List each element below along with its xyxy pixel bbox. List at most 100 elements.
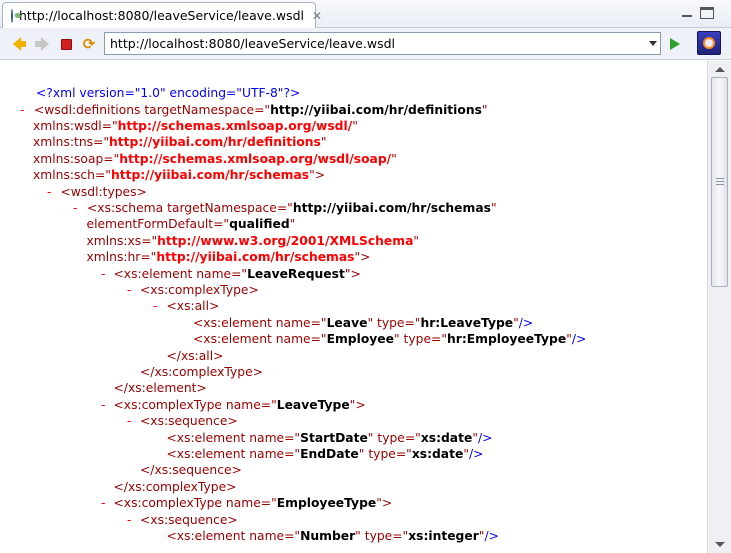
xml-token: " <box>367 315 378 330</box>
maximize-button[interactable] <box>700 7 714 19</box>
xml-token: =" <box>213 217 230 232</box>
xml-token: =" <box>395 446 412 461</box>
xml-token: /> <box>477 430 493 445</box>
xml-token: <xs:complexType <box>113 496 226 511</box>
scroll-up-icon[interactable] <box>715 67 725 72</box>
scroll-down-icon[interactable] <box>715 542 725 547</box>
back-button[interactable] <box>8 35 26 53</box>
tab-bar: http://localhost:8080/leaveService/leave… <box>0 0 731 28</box>
xml-token: /> <box>571 332 587 347</box>
url-input[interactable]: http://localhost:8080/leaveService/leave… <box>104 32 661 55</box>
xml-token: hr:LeaveType <box>420 315 514 330</box>
browser-tab[interactable]: http://localhost:8080/leaveService/leave… <box>2 2 322 28</box>
xml-token: <xs:element <box>193 332 276 347</box>
xml-token: =" <box>276 200 293 215</box>
xml-line: </xs:complexType> <box>140 364 263 381</box>
scroll-thumb[interactable] <box>711 77 728 287</box>
xml-token: Leave <box>326 315 368 330</box>
xml-line: <xs:complexType name="LeaveType"> <box>114 397 366 414</box>
xml-token: name <box>196 266 232 281</box>
refresh-button[interactable]: ⟳ <box>80 35 98 53</box>
collapse-toggle[interactable]: - <box>20 102 24 119</box>
xml-token: =" <box>141 233 158 248</box>
xml-token: EndDate <box>300 446 359 461</box>
collapse-toggle[interactable]: - <box>101 266 105 283</box>
xml-token: type <box>403 332 432 347</box>
xml-token: <wsdl:types> <box>60 184 147 199</box>
xml-line: <xs:complexType name="EmployeeType"> <box>114 495 393 512</box>
xml-line: <xs:element name="Number" type="xs:integ… <box>167 528 499 545</box>
xml-token: =" <box>310 332 327 347</box>
xml-token: /> <box>518 315 534 330</box>
xml-token: xmlns:tns <box>33 135 94 150</box>
xml-token: =" <box>94 168 111 183</box>
xml-token: Number <box>300 528 356 543</box>
xml-token: </xs:sequence> <box>140 463 242 478</box>
xml-token: hr:EmployeeType <box>447 332 567 347</box>
grip-line <box>716 184 724 185</box>
xml-token: </xs:element> <box>113 381 207 396</box>
xml-line: <xs:schema targetNamespace="http://yiiba… <box>87 200 497 217</box>
xml-line: <xs:sequence> <box>140 512 238 529</box>
xml-token: "> <box>354 250 371 265</box>
xml-line: xmlns:sch="http://yiibai.com/hr/schemas"… <box>33 167 325 184</box>
xml-token: =" <box>284 446 301 461</box>
xml-viewer: <?xml version="1.0" encoding="UTF-8"?> -… <box>0 61 707 553</box>
tab-title: http://localhost:8080/leaveService/leave… <box>19 8 304 23</box>
xml-token: xmlns:hr <box>86 250 141 265</box>
url-text: http://localhost:8080/leaveService/leave… <box>110 36 395 51</box>
xml-token: targetNamespace <box>144 102 255 117</box>
xml-token: "> <box>349 397 366 412</box>
xml-token: " <box>320 135 327 150</box>
collapse-toggle[interactable]: - <box>101 495 105 512</box>
xml-line: <xs:complexType> <box>140 282 259 299</box>
xml-token: http://schemas.xmlsoap.org/wsdl/ <box>117 118 353 133</box>
minimize-button[interactable] <box>680 7 694 19</box>
xml-token: http://yiibai.com/hr/definitions <box>109 135 321 150</box>
xml-token: name <box>225 397 261 412</box>
collapse-toggle[interactable]: - <box>73 200 77 217</box>
collapse-toggle[interactable]: - <box>153 298 157 315</box>
xml-token: xmlns:wsdl <box>33 118 102 133</box>
eclipse-menu-button[interactable] <box>697 31 721 55</box>
eclipse-icon <box>703 37 715 49</box>
xml-token: =" <box>404 315 421 330</box>
xml-token: targetNamespace <box>167 200 277 215</box>
chevron-down-icon[interactable] <box>649 41 657 46</box>
collapse-toggle[interactable]: - <box>127 512 131 529</box>
stop-button[interactable] <box>57 35 75 53</box>
xml-token: =" <box>431 332 447 347</box>
xml-token: <xs:all> <box>166 299 220 314</box>
xml-token: =" <box>101 118 118 133</box>
grip-line <box>716 178 724 179</box>
xml-token: =" <box>93 135 110 150</box>
xml-token: " <box>481 102 488 117</box>
xml-token: type <box>368 446 396 461</box>
xml-line: <xs:sequence> <box>140 413 238 430</box>
xml-token: "> <box>376 496 393 511</box>
xml-line: <xs:all> <box>167 298 220 315</box>
xml-token: " <box>352 118 358 133</box>
collapse-toggle[interactable]: - <box>101 397 105 414</box>
collapse-toggle[interactable]: - <box>127 282 131 299</box>
xml-line: xmlns:xs="http://www.w3.org/2001/XMLSche… <box>87 233 420 250</box>
xml-token: name <box>249 528 285 543</box>
vertical-scrollbar[interactable] <box>707 61 731 553</box>
browser-toolbar: ⟳ http://localhost:8080/leaveService/lea… <box>0 28 731 60</box>
xml-token: xmlns:sch <box>33 168 95 183</box>
xml-token: xs:date <box>411 446 464 461</box>
xml-token: </xs:complexType> <box>140 364 263 379</box>
xml-token: xs:date <box>420 430 473 445</box>
xml-token: http://www.w3.org/2001/XMLSchema <box>157 233 414 248</box>
xml-token: name <box>275 332 311 347</box>
go-button[interactable] <box>670 38 680 50</box>
xml-line: <xs:element name="EndDate" type="xs:date… <box>167 446 484 463</box>
xml-line: xmlns:soap="http://schemas.xmlsoap.org/w… <box>33 151 397 168</box>
forward-button[interactable] <box>33 35 51 53</box>
xml-token: xmlns:soap <box>33 151 104 166</box>
collapse-toggle[interactable]: - <box>47 184 51 201</box>
close-icon[interactable]: ✕ <box>312 9 322 23</box>
collapse-toggle[interactable]: - <box>127 413 131 430</box>
xml-line: <xs:element name="Leave" type="hr:LeaveT… <box>193 315 533 332</box>
xml-token: http://yiibai.com/hr/schemas <box>156 250 355 265</box>
